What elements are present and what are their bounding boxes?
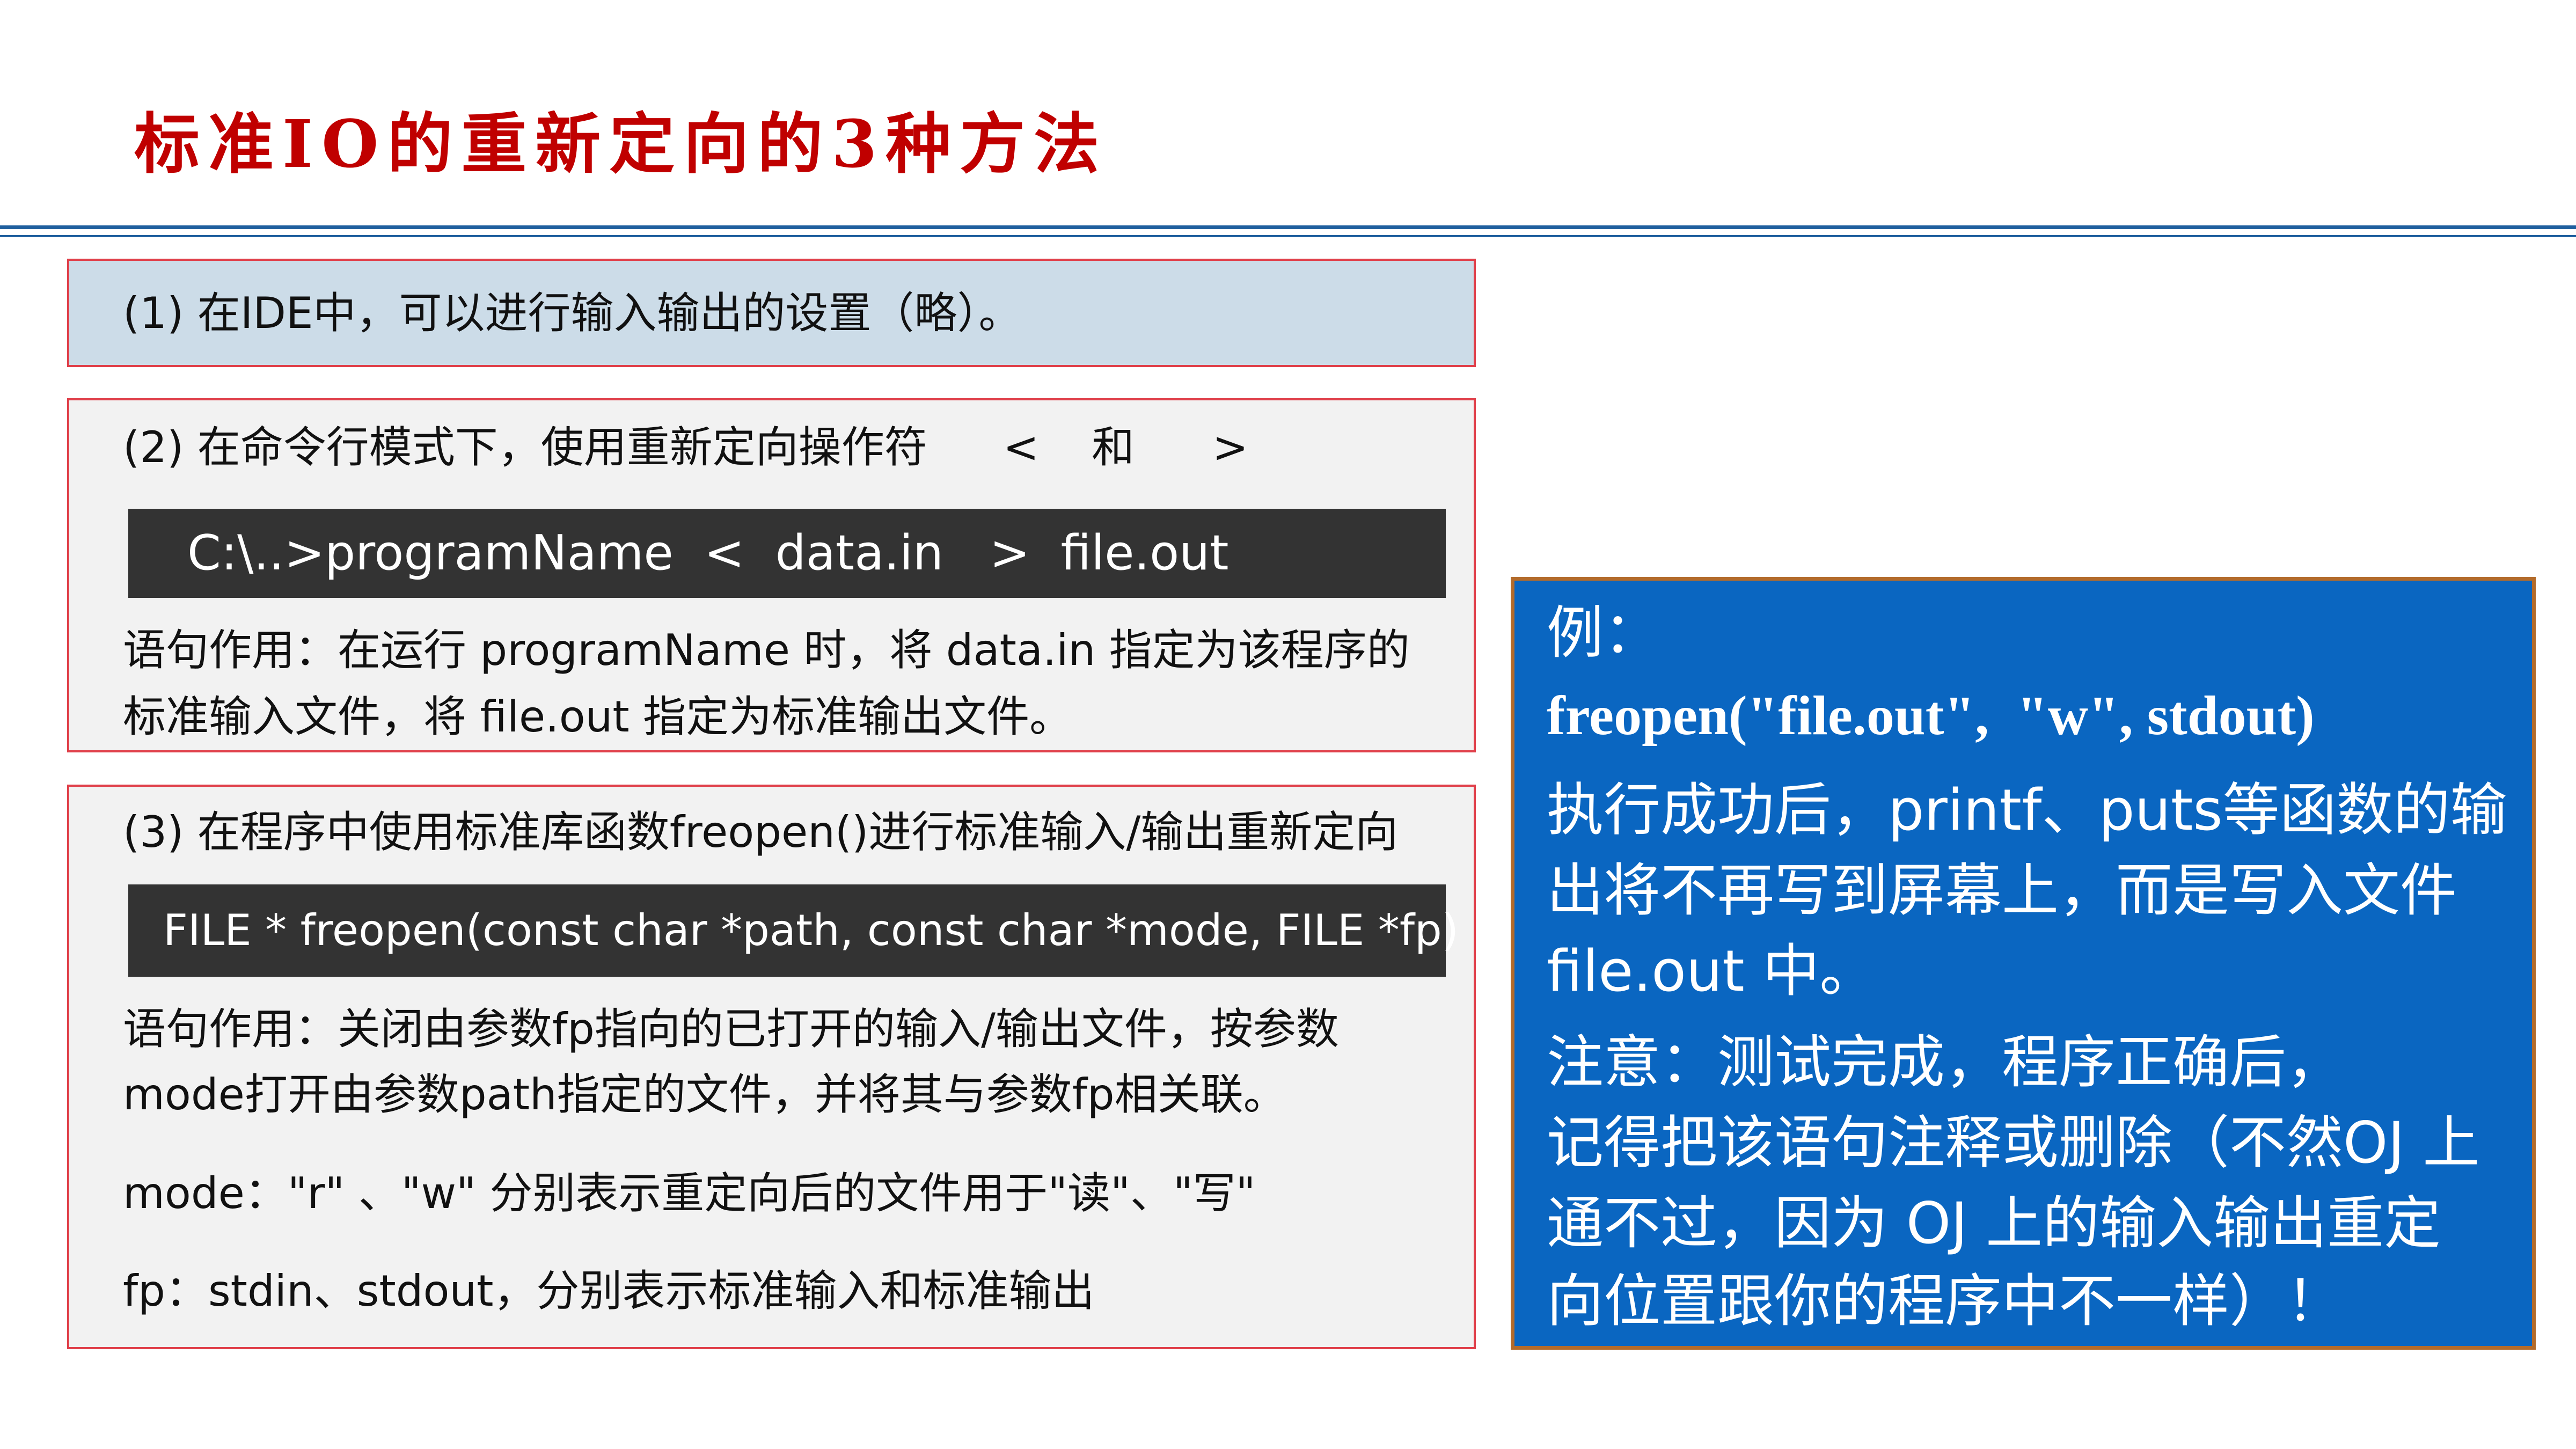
slide-title: 标准IO的重新定向的3种方法 [134, 105, 1108, 182]
operator-greater-than: > [1212, 422, 1249, 472]
example-note-line-3: 通不过，因为 OJ 上的输入输出重定 [1547, 1190, 2441, 1256]
method-2-desc-line-2: 标准输入文件，将 file.out 指定为标准输出文件。 [123, 692, 1073, 742]
example-line-1: 执行成功后，printf、puts等函数的输 [1547, 777, 2507, 843]
example-note-line-4: 向位置跟你的程序中不一样）！ [1547, 1268, 2343, 1334]
method-2-desc-line-1: 语句作用：在运行 programName 时，将 data.in 指定为该程序的 [123, 625, 1410, 675]
method-2-heading: (2) 在命令行模式下，使用重新定向操作符 [123, 422, 927, 472]
example-panel: 例： freopen("file.out", "w", stdout) 执行成功… [1511, 577, 2536, 1350]
method-2-box: (2) 在命令行模式下，使用重新定向操作符 < 和 > C:\..>progra… [67, 398, 1476, 752]
example-label: 例： [1547, 600, 1660, 666]
method-1-box: (1) 在IDE中，可以进行输入输出的设置（略）。 [67, 259, 1476, 367]
example-code: freopen("file.out", "w", stdout) [1547, 685, 2315, 747]
mode-description: mode："r" 、"w" 分别表示重定向后的文件用于"读"、"写" [123, 1168, 1256, 1218]
operator-and-label: 和 [1092, 422, 1135, 472]
command-line-example: C:\..>programName < data.in > file.out [128, 509, 1446, 598]
method-1-text: (1) 在IDE中，可以进行输入输出的设置（略）。 [123, 288, 1022, 338]
title-rule-thick [0, 225, 2576, 229]
fp-description: fp：stdin、stdout，分别表示标准输入和标准输出 [123, 1266, 1095, 1316]
example-note-line-1: 注意：测试完成，程序正确后， [1547, 1029, 2343, 1095]
title-rule-thin [0, 235, 2576, 237]
example-line-2: 出将不再写到屏幕上，而是写入文件 [1547, 858, 2457, 924]
example-line-3: file.out 中。 [1547, 938, 1877, 1004]
freopen-signature: FILE * freopen(const char *path, const c… [128, 884, 1459, 977]
operator-less-than: < [1003, 422, 1040, 472]
method-3-box: (3) 在程序中使用标准库函数freopen()进行标准输入/输出重新定向 FI… [67, 785, 1476, 1349]
example-note-line-2: 记得把该语句注释或删除（不然OJ 上 [1547, 1110, 2480, 1176]
method-3-desc-line-2: mode打开由参数path指定的文件，并将其与参数fp相关联。 [123, 1070, 1286, 1119]
method-3-heading: (3) 在程序中使用标准库函数freopen()进行标准输入/输出重新定向 [123, 807, 1399, 857]
method-3-desc-line-1: 语句作用：关闭由参数fp指向的已打开的输入/输出文件，按参数 [123, 1004, 1339, 1054]
